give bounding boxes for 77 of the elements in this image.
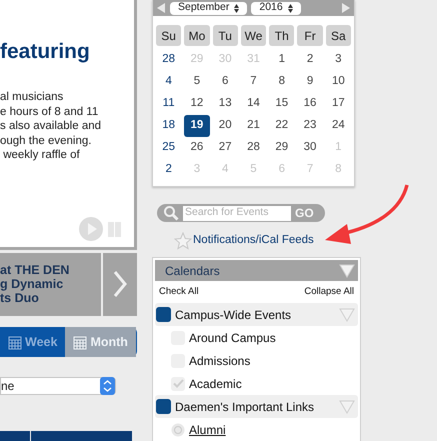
day-cell[interactable]: 19 [184,115,210,137]
day-cell[interactable]: 23 [297,115,323,137]
weekday-header: Fr [297,25,323,46]
slide-caption[interactable]: at THE DEN g Dynamic ts Duo [0,252,101,316]
day-cell[interactable]: 15 [269,93,294,115]
select-value: ne [1,378,16,395]
calendar-group-label: Campus-Wide Events [175,306,292,324]
day-cell[interactable]: 22 [269,115,294,137]
feeds-link[interactable]: Notifications/iCal Feeds [193,232,314,250]
weekday-header: Mo [184,25,210,46]
calendar-label: Academic [189,376,242,393]
calendar-label: Around Campus [189,330,276,347]
pause-icon[interactable] [108,222,122,237]
day-cell[interactable]: 10 [326,71,351,93]
calendar-group-label: Daemen's Important Links [175,398,316,416]
day-cell[interactable]: 29 [269,137,294,159]
prev-month-icon[interactable] [156,2,166,14]
collapse-all-link[interactable]: Collapse All [304,285,354,300]
feature-heading: featuring [0,39,90,65]
play-icon[interactable] [79,217,103,241]
day-cell[interactable]: 14 [240,93,266,115]
day-cell[interactable]: 25 [156,137,182,159]
star-icon [174,232,192,250]
collapse-icon[interactable] [339,400,355,414]
weekday-header: Su [156,25,182,46]
day-cell[interactable]: 26 [184,137,210,159]
day-cell[interactable]: 11 [156,93,182,115]
day-cell[interactable]: 28 [240,137,266,159]
day-cell[interactable]: 2 [156,159,182,181]
weekday-header: Sa [326,25,351,46]
calendar-link[interactable]: Alumni [189,420,226,439]
calendars-title: Calendars [165,262,220,280]
collapse-icon[interactable] [339,308,355,322]
day-cell[interactable]: 21 [240,115,266,137]
day-cell[interactable]: 16 [297,93,323,115]
checkbox[interactable] [171,376,185,391]
day-cell[interactable]: 27 [212,137,238,159]
day-cell[interactable]: 9 [297,71,323,93]
day-cell[interactable]: 3 [326,49,351,71]
slide-title: at THE DEN g Dynamic ts Duo [0,263,70,306]
day-cell[interactable]: 24 [326,115,351,137]
day-cell[interactable]: 2 [297,49,323,71]
day-cell[interactable]: 13 [212,93,238,115]
stepper-icon [234,4,240,12]
month-select[interactable]: September [170,2,248,14]
day-cell[interactable]: 5 [184,71,210,93]
year-select[interactable]: 2016 [251,2,301,14]
collapse-icon[interactable] [339,264,355,278]
day-cell[interactable]: 8 [269,71,294,93]
next-month-icon[interactable] [341,2,351,14]
search-field[interactable]: Search for Events [183,206,291,220]
day-cell[interactable]: 7 [240,71,266,93]
feature-text: al musicians e hours of 8 and 11 s also available and ough the evening. weekly raffle of [0,90,102,162]
day-cell[interactable]: 12 [184,93,210,115]
day-cell[interactable]: 28 [156,49,182,71]
calendar-icon [8,334,22,350]
calendar-group[interactable]: Daemen's Important Links [155,395,358,418]
select-field[interactable]: ne [0,377,116,395]
chevron-right-icon [112,270,128,298]
stepper-icon [100,377,115,395]
next-button[interactable] [103,252,137,316]
check-all-link[interactable]: Check All [159,285,199,300]
stepper-icon [288,4,293,12]
weekday-header: Th [269,25,294,46]
day-cell[interactable]: 4 [156,71,182,93]
search-icon [163,205,179,221]
day-cell[interactable]: 18 [156,115,182,137]
calendar-icon [73,334,88,350]
weekday-header: Tu [212,25,238,46]
calendar-group[interactable]: Campus-Wide Events [155,303,358,326]
day-cell[interactable]: 30 [297,137,323,159]
day-cell[interactable]: 17 [326,93,351,115]
day-cell[interactable]: 6 [212,71,238,93]
weekday-header: We [240,25,266,46]
day-cell[interactable]: 20 [212,115,238,137]
day-cell[interactable]: 1 [269,49,294,71]
calendar-label: Admissions [189,352,250,370]
